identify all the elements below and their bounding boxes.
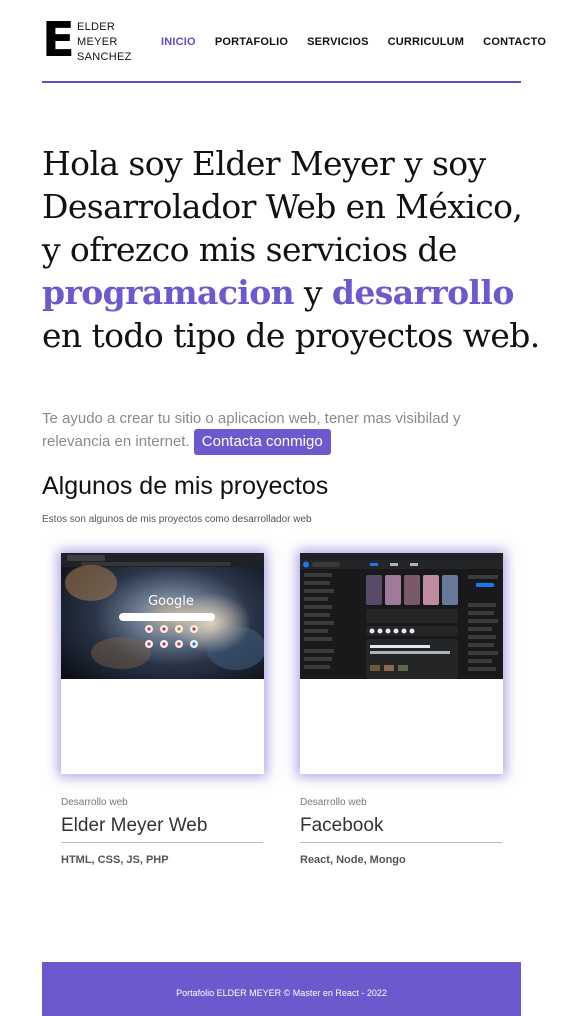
project-tech: HTML, CSS, JS, PHP <box>61 854 169 866</box>
project-info-elder-meyer-web: Desarrollo web Elder Meyer Web HTML, CSS… <box>61 797 263 866</box>
hero-text-3: en todo tipo de proyectos web. <box>42 316 540 355</box>
footer-text: Portafolio ELDER MEYER © Master en React… <box>176 988 387 998</box>
contact-button[interactable]: Contacta conmigo <box>193 429 331 455</box>
project-name[interactable]: Facebook <box>300 815 502 843</box>
project-name[interactable]: Elder Meyer Web <box>61 815 263 843</box>
project-card-elder-meyer-web[interactable]: Google <box>61 553 264 774</box>
logo[interactable]: E ELDER MEYER SANCHEZ <box>42 12 132 68</box>
project-thumbnail-facebook <box>300 553 503 679</box>
main-nav: INICIO PORTAFOLIO SERVICIOS CURRICULUM C… <box>161 36 546 48</box>
nav-link-inicio[interactable]: INICIO <box>161 36 196 48</box>
projects-title: Algunos de mis proyectos <box>42 472 329 500</box>
logo-line-2: MEYER <box>77 36 118 48</box>
logo-line-3: SANCHEZ <box>77 51 132 63</box>
hero-subtitle: Te ayudo a crear tu sitio o aplicacion w… <box>42 408 532 455</box>
browser-screenshot-image: Google <box>61 553 264 679</box>
facebook-screenshot-image <box>300 553 503 679</box>
project-info-facebook: Desarrollo web Facebook React, Node, Mon… <box>300 797 502 866</box>
google-logo-text: Google <box>148 594 194 609</box>
hero-text-1: Hola soy Elder Meyer y soy Desarrolador … <box>42 144 523 269</box>
nav-link-portafolio[interactable]: PORTAFOLIO <box>215 36 288 48</box>
nav-link-servicios[interactable]: SERVICIOS <box>307 36 369 48</box>
nav-link-contacto[interactable]: CONTACTO <box>483 36 546 48</box>
project-tech: React, Node, Mongo <box>300 854 406 866</box>
project-category: Desarrollo web <box>300 797 367 808</box>
hero-heading: Hola soy Elder Meyer y soy Desarrolador … <box>42 142 542 357</box>
hero-accent-desarrollo: desarrollo <box>331 273 515 312</box>
site-footer: Portafolio ELDER MEYER © Master en React… <box>42 962 521 1016</box>
logo-line-1: ELDER <box>77 21 116 33</box>
projects-subtitle: Estos son algunos de mis proyectos como … <box>42 514 312 525</box>
hero-accent-programacion: programacion <box>42 273 295 312</box>
nav-link-curriculum[interactable]: CURRICULUM <box>388 36 465 48</box>
logo-text: ELDER MEYER SANCHEZ <box>77 18 132 65</box>
site-header: E ELDER MEYER SANCHEZ INICIO PORTAFOLIO … <box>42 0 546 83</box>
project-category: Desarrollo web <box>61 797 128 808</box>
hero-text-2: y <box>294 273 332 312</box>
project-card-facebook[interactable] <box>300 553 503 774</box>
logo-letter: E <box>42 12 75 68</box>
project-thumbnail-google: Google <box>61 553 264 679</box>
